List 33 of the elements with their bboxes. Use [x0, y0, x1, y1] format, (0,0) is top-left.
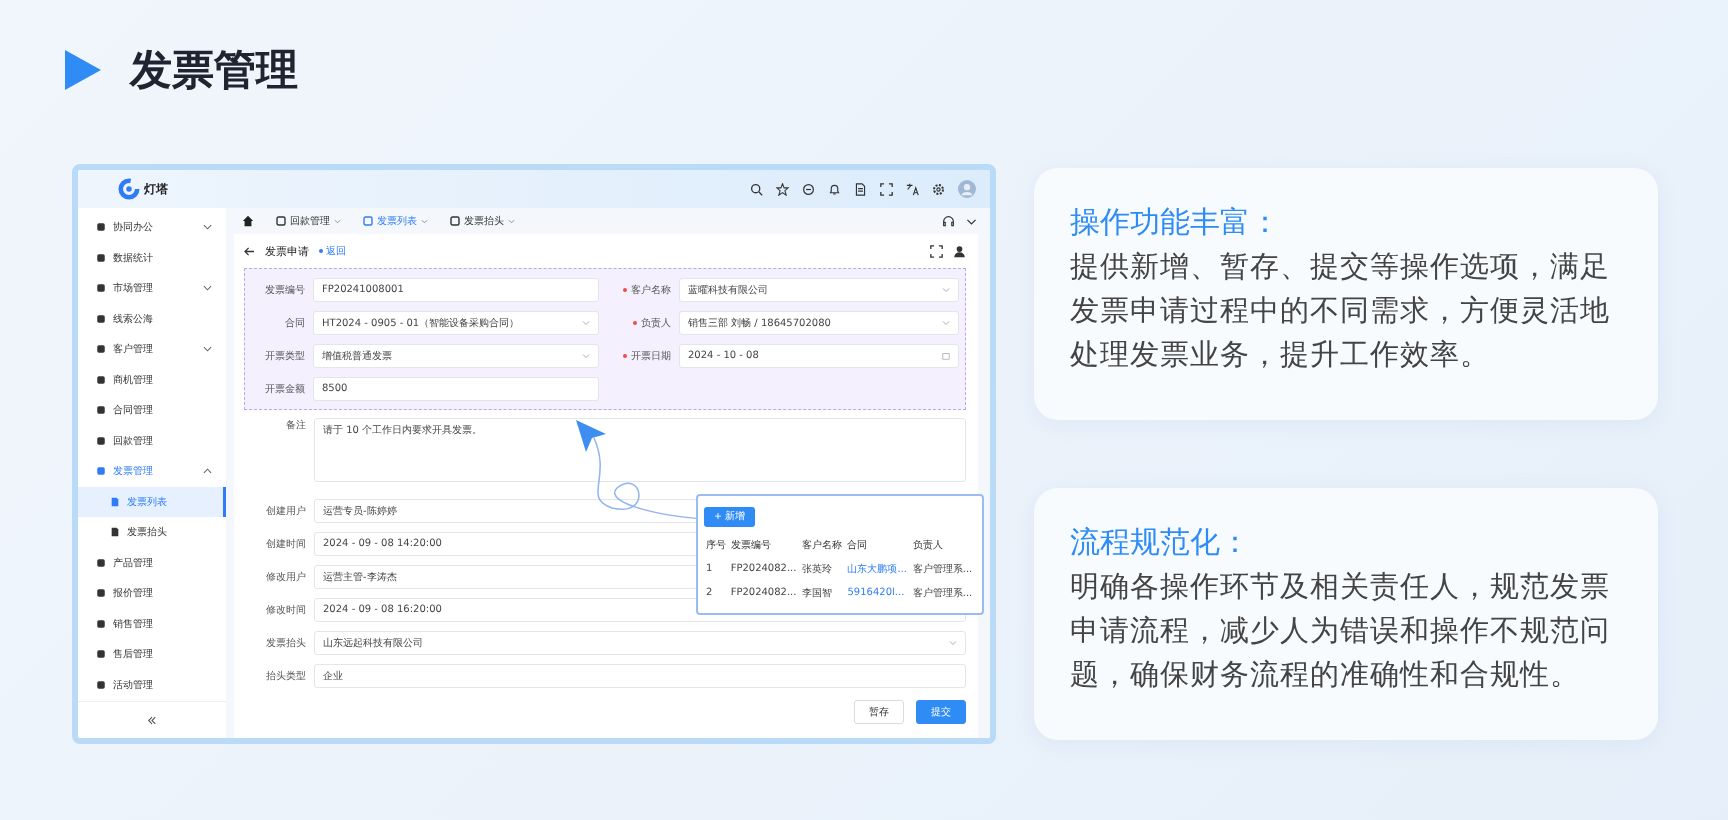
menu-item-icon: [96, 313, 106, 324]
menu-item-icon: [96, 283, 106, 294]
tab-icon: [363, 216, 373, 226]
menu-item-icon: [96, 435, 106, 446]
user-icon[interactable]: [953, 244, 966, 258]
play-icon: [64, 50, 102, 90]
tab-icon: [450, 216, 460, 226]
fullscreen-icon[interactable]: [880, 182, 893, 196]
card-title: 操作功能丰富：: [1070, 204, 1282, 242]
menu-item-icon: [96, 466, 106, 477]
menu-item-icon: [96, 252, 106, 263]
page-title: 发票管理: [130, 44, 298, 98]
tab-icon: [276, 216, 286, 226]
fullscreen-icon[interactable]: [930, 244, 943, 258]
menu-item-icon: [96, 405, 106, 416]
home-icon[interactable]: [242, 215, 254, 227]
logo-icon: [118, 178, 140, 200]
menu-item-icon: [96, 557, 106, 568]
settings-icon[interactable]: [932, 182, 945, 196]
menu-item-icon: [96, 679, 106, 690]
cursor-icon: [576, 420, 606, 452]
menu-item-icon: [96, 374, 106, 385]
menu-item-icon: [96, 344, 106, 355]
search-icon[interactable]: [750, 182, 763, 196]
document-icon: [110, 527, 120, 538]
card-text: 明确各操作环节及相关责任人，规范发票申请流程，减少人为错误和操作不规范问题，确保财务流程的准确性和合规性。: [1070, 570, 1612, 696]
card-title: 流程规范化：: [1070, 524, 1252, 562]
document-icon: [110, 496, 120, 507]
menu-item-icon: [96, 618, 106, 629]
card-text: 提供新增、暂存、提交等操作选项，满足发票申请过程中的不同需求，方便灵活地处理发票业务，提升工作效率。: [1070, 249, 1612, 376]
menu-item-icon: [96, 588, 106, 599]
menu-item-icon: [96, 222, 106, 233]
menu-item-icon: [96, 649, 106, 660]
